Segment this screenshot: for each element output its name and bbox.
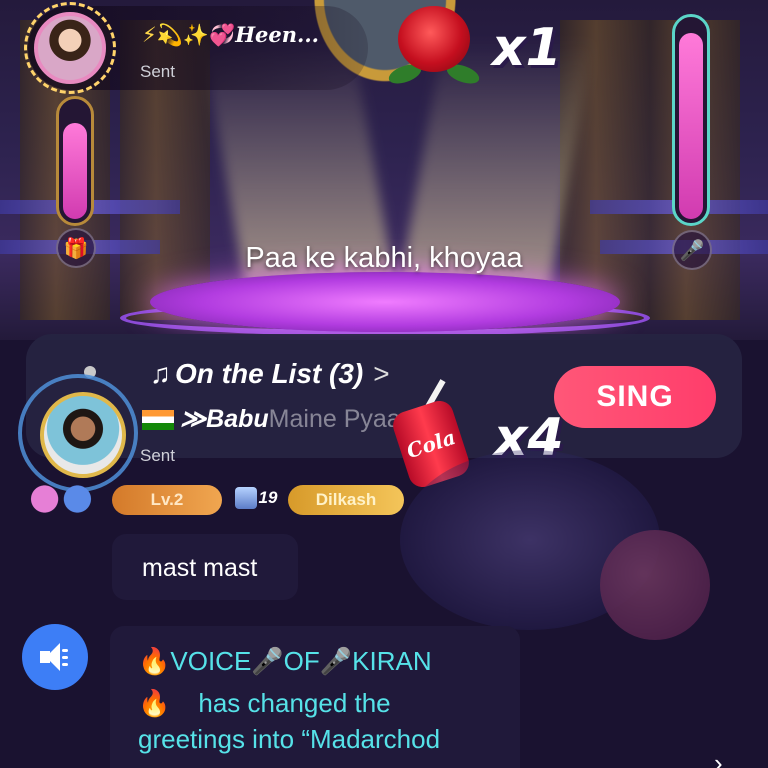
gift-multiplier-top: x1 bbox=[492, 18, 562, 78]
level-badge[interactable]: Lv.2 bbox=[112, 485, 222, 515]
fire-icon: 🔥 bbox=[138, 688, 171, 718]
notice-text-2: has changed the bbox=[198, 688, 391, 718]
on-the-list-link[interactable]: ♫ On the List (3) > bbox=[150, 358, 390, 390]
rank-badge[interactable]: 19 bbox=[232, 483, 280, 513]
chat-message[interactable]: mast mast bbox=[112, 534, 298, 600]
sender-avatar[interactable] bbox=[34, 12, 106, 84]
notice-line-3: greetings into “Madarchod bbox=[138, 724, 441, 754]
fire-icon: 🔥 bbox=[138, 646, 171, 676]
right-score-meter bbox=[672, 14, 710, 226]
sender-emoji: ⚡💫✨💞 bbox=[142, 23, 236, 47]
left-score-meter bbox=[56, 96, 94, 226]
rose-bloom bbox=[398, 6, 470, 72]
sender-name-text: Heen... bbox=[235, 22, 319, 47]
gift-sender-avatar[interactable] bbox=[40, 392, 126, 478]
sent-label: Sent bbox=[140, 62, 175, 81]
rank-value: 19 bbox=[258, 488, 278, 507]
lyric-line: Paa ke kabhi, khoyaa bbox=[245, 242, 523, 274]
speaker-icon bbox=[40, 643, 70, 671]
chevron-right-icon: > bbox=[373, 358, 390, 389]
list-title-text: On the List (3) bbox=[175, 358, 364, 389]
background-ball bbox=[600, 530, 710, 640]
right-meter-fill bbox=[679, 33, 703, 219]
user-medal-icons[interactable] bbox=[20, 480, 102, 518]
chat-message-text: mast mast bbox=[142, 554, 258, 582]
notice-line-2: 🔥 has changed the bbox=[138, 688, 391, 719]
sent-label: Sent bbox=[140, 446, 175, 465]
music-list-icon: ♫ bbox=[150, 358, 171, 389]
stage-platform bbox=[150, 272, 620, 332]
sing-button[interactable]: SING bbox=[554, 366, 716, 428]
left-meter-fill bbox=[63, 123, 87, 219]
sender-name[interactable]: ⚡💫✨💞Heen... bbox=[142, 22, 319, 48]
india-flag-icon bbox=[142, 410, 174, 431]
rose-icon bbox=[386, 4, 482, 88]
speaker-button[interactable] bbox=[22, 624, 88, 690]
notice-line-1: 🔥VOICE🎤OF🎤KIRAN bbox=[138, 646, 432, 677]
shield-icon bbox=[234, 487, 257, 509]
chevron-right-icon[interactable]: › bbox=[714, 748, 723, 768]
notice-username: VOICE🎤OF🎤KIRAN bbox=[170, 646, 432, 676]
system-notice-message[interactable]: 🔥VOICE🎤OF🎤KIRAN 🔥 has changed the greetin… bbox=[110, 626, 520, 768]
song-singer-name: ≫Babu bbox=[180, 405, 269, 433]
